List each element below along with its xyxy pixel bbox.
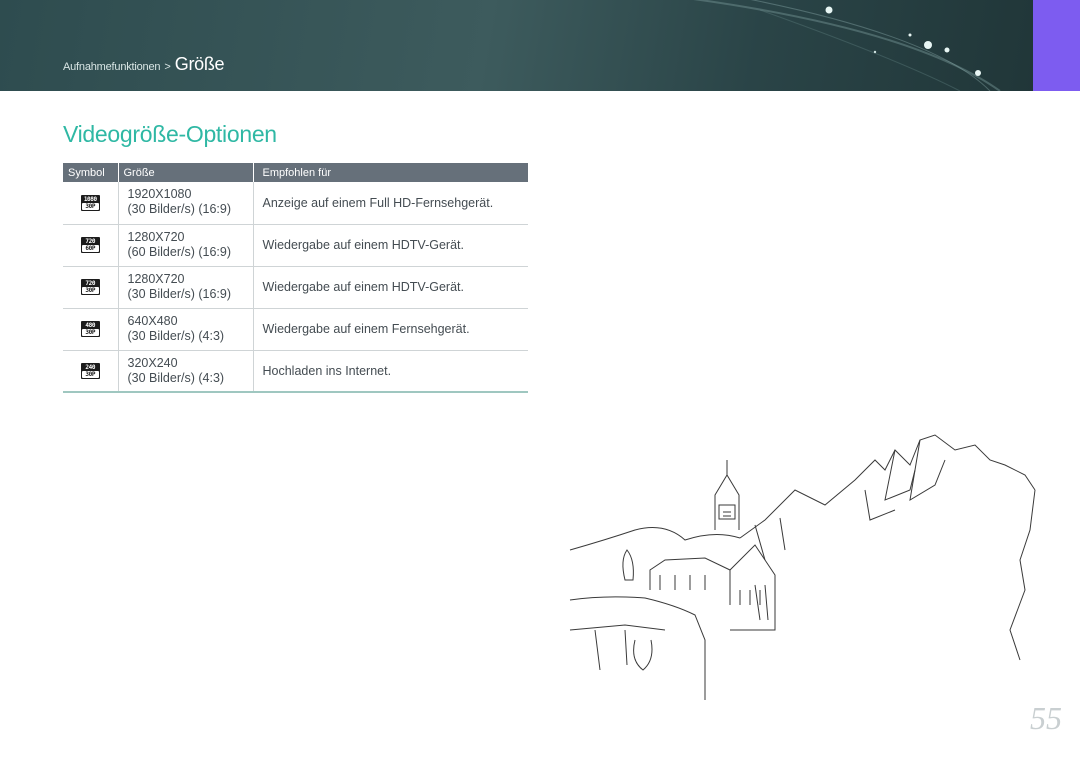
video-720-60p-icon: 720 60P (80, 237, 100, 253)
size-cell: 320X240 (30 Bilder/s) (4:3) (118, 350, 254, 393)
icon-resolution-label: 1080 (83, 195, 97, 203)
icon-resolution-label: 720 (85, 280, 96, 287)
table-row: 1080 30P 1920X1080 (30 Bilder/s) (16:9) Anze… (63, 182, 528, 225)
breadcrumb-current: Größe (174, 54, 225, 74)
resolution-text: 320X240 (127, 355, 178, 370)
table-row: 240 30P 320X240 (30 Bilder/s) (4:3) Hochlade… (63, 350, 528, 393)
icon-resolution-label: 240 (85, 363, 96, 371)
resolution-text: 1920X1080 (127, 187, 192, 201)
table-row: 480 30P 640X480 (30 Bilder/s) (4:3) Wiederga… (63, 308, 528, 351)
size-cell: 640X480 (30 Bilder/s) (4:3) (118, 308, 254, 351)
symbol-cell: 720 60P (63, 224, 119, 267)
framerate-text: (60 Bilder/s) (16:9) (127, 244, 232, 259)
icon-framerate-label: 30P (81, 202, 99, 210)
size-cell: 1280X720 (60 Bilder/s) (16:9) (118, 224, 254, 267)
resolution-text: 640X480 (127, 313, 178, 328)
video-480-30p-icon: 480 30P (80, 321, 100, 337)
video-size-table: Symbol Größe Empfohlen für 1080 30P 1920X1… (63, 163, 528, 393)
icon-resolution-label: 480 (85, 322, 96, 329)
framerate-text: (30 Bilder/s) (4:3) (127, 370, 225, 385)
framerate-text: (30 Bilder/s) (16:9) (127, 202, 232, 216)
symbol-cell: 1080 30P (63, 182, 119, 225)
recommended-cell: Hochladen ins Internet. (253, 350, 528, 393)
framerate-text: (30 Bilder/s) (4:3) (127, 328, 225, 343)
column-header-symbol: Symbol (63, 163, 119, 182)
symbol-cell: 480 30P (63, 308, 119, 351)
symbol-cell: 240 30P (63, 350, 119, 393)
size-cell: 1280X720 (30 Bilder/s) (16:9) (118, 266, 254, 309)
recommended-cell: Wiedergabe auf einem Fernsehgerät. (253, 308, 528, 351)
icon-framerate-label: 30P (81, 329, 99, 336)
icon-framerate-label: 30P (81, 287, 99, 294)
column-header-size: Größe (118, 163, 254, 182)
symbol-cell: 720 30P (63, 266, 119, 309)
header-decoration (693, 0, 1001, 91)
section-title: Videogröße-Optionen (63, 121, 277, 147)
recommended-cell: Wiedergabe auf einem HDTV-Gerät. (253, 266, 528, 309)
recommended-cell: Anzeige auf einem Full HD-Fernsehgerät. (253, 182, 528, 225)
table-row: 720 60P 1280X720 (60 Bilder/s) (16:9) Wieder… (63, 224, 528, 267)
resolution-text: 1280X720 (127, 271, 185, 286)
page-number: 55 (1030, 700, 1062, 736)
icon-resolution-label: 720 (85, 238, 96, 245)
framerate-text: (30 Bilder/s) (16:9) (127, 286, 232, 301)
chapter-tab[interactable] (1033, 0, 1080, 91)
recommended-cell: Wiedergabe auf einem HDTV-Gerät. (253, 224, 528, 267)
breadcrumb: Aufnahmefunktionen > Größe (63, 54, 225, 75)
size-cell: 1920X1080 (30 Bilder/s) (16:9) (118, 182, 254, 225)
icon-framerate-label: 30P (81, 370, 99, 378)
page-header: Aufnahmefunktionen > Größe (0, 0, 1080, 91)
resolution-text: 1280X720 (127, 229, 185, 244)
icon-framerate-label: 60P (81, 245, 99, 252)
video-720-30p-icon: 720 30P (80, 279, 100, 295)
breadcrumb-separator: > (164, 61, 171, 73)
column-header-recommended: Empfohlen für (262, 166, 331, 179)
video-1080-30p-icon: 1080 30P (80, 194, 100, 211)
video-240-30p-icon: 240 30P (80, 362, 100, 379)
table-row: 720 30P 1280X720 (30 Bilder/s) (16:9) Wieder… (63, 266, 528, 309)
breadcrumb-parent[interactable]: Aufnahmefunktionen (63, 61, 161, 73)
village-mountain-illustration (569, 434, 1036, 700)
table-header-row: Symbol Größe Empfohlen für (63, 163, 528, 182)
